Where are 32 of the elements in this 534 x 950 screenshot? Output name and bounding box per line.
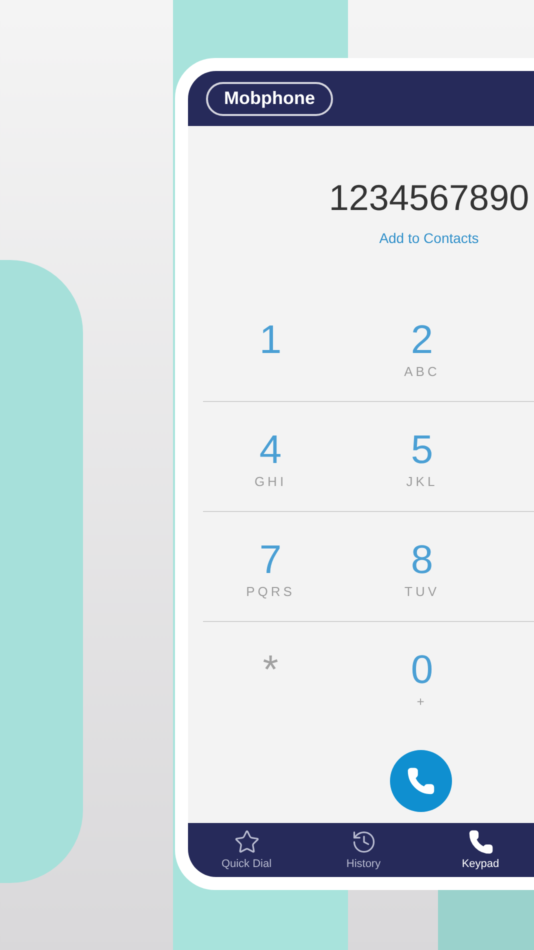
dial-key[interactable]: 7 PQRS	[203, 512, 338, 621]
add-to-contacts-link[interactable]: Add to Contacts	[379, 228, 479, 248]
key-digit: *	[262, 650, 278, 690]
dial-key[interactable]: 0 +	[338, 622, 506, 722]
star-icon	[234, 829, 260, 855]
dial-key[interactable]: 8 TUV	[338, 512, 506, 621]
key-letters: ABC	[404, 364, 440, 379]
key-letters: GHI	[254, 474, 287, 489]
dial-key[interactable]: 1	[203, 292, 338, 401]
key-letters: JKL	[406, 474, 438, 489]
phone-icon	[406, 766, 436, 796]
dial-key[interactable]: 5 JKL	[338, 402, 506, 511]
app-title: Mobphone	[206, 82, 333, 116]
dial-key[interactable]: *	[203, 622, 338, 722]
key-digit: 0	[410, 650, 434, 690]
dial-key[interactable]: 2 ABC	[338, 292, 506, 401]
key-digit: 7	[259, 540, 282, 580]
dial-key[interactable]: 4 GHI	[203, 402, 338, 511]
phone-icon	[468, 829, 494, 855]
key-digit: 1	[259, 320, 282, 360]
key-letters: PQRS	[246, 584, 295, 599]
key-letters: +	[416, 694, 428, 709]
key-digit: 5	[410, 430, 434, 470]
key-digit: 4	[259, 430, 282, 470]
key-letters: TUV	[404, 584, 440, 599]
nav-tab[interactable]: Keypad	[422, 823, 534, 877]
key-digit: 2	[410, 320, 434, 360]
dialed-number: 1234567890	[328, 176, 530, 220]
nav-tab[interactable]: Quick Dial	[188, 823, 305, 877]
key-digit: 8	[410, 540, 434, 580]
history-icon	[350, 829, 376, 855]
nav-tab[interactable]: History	[305, 823, 422, 877]
